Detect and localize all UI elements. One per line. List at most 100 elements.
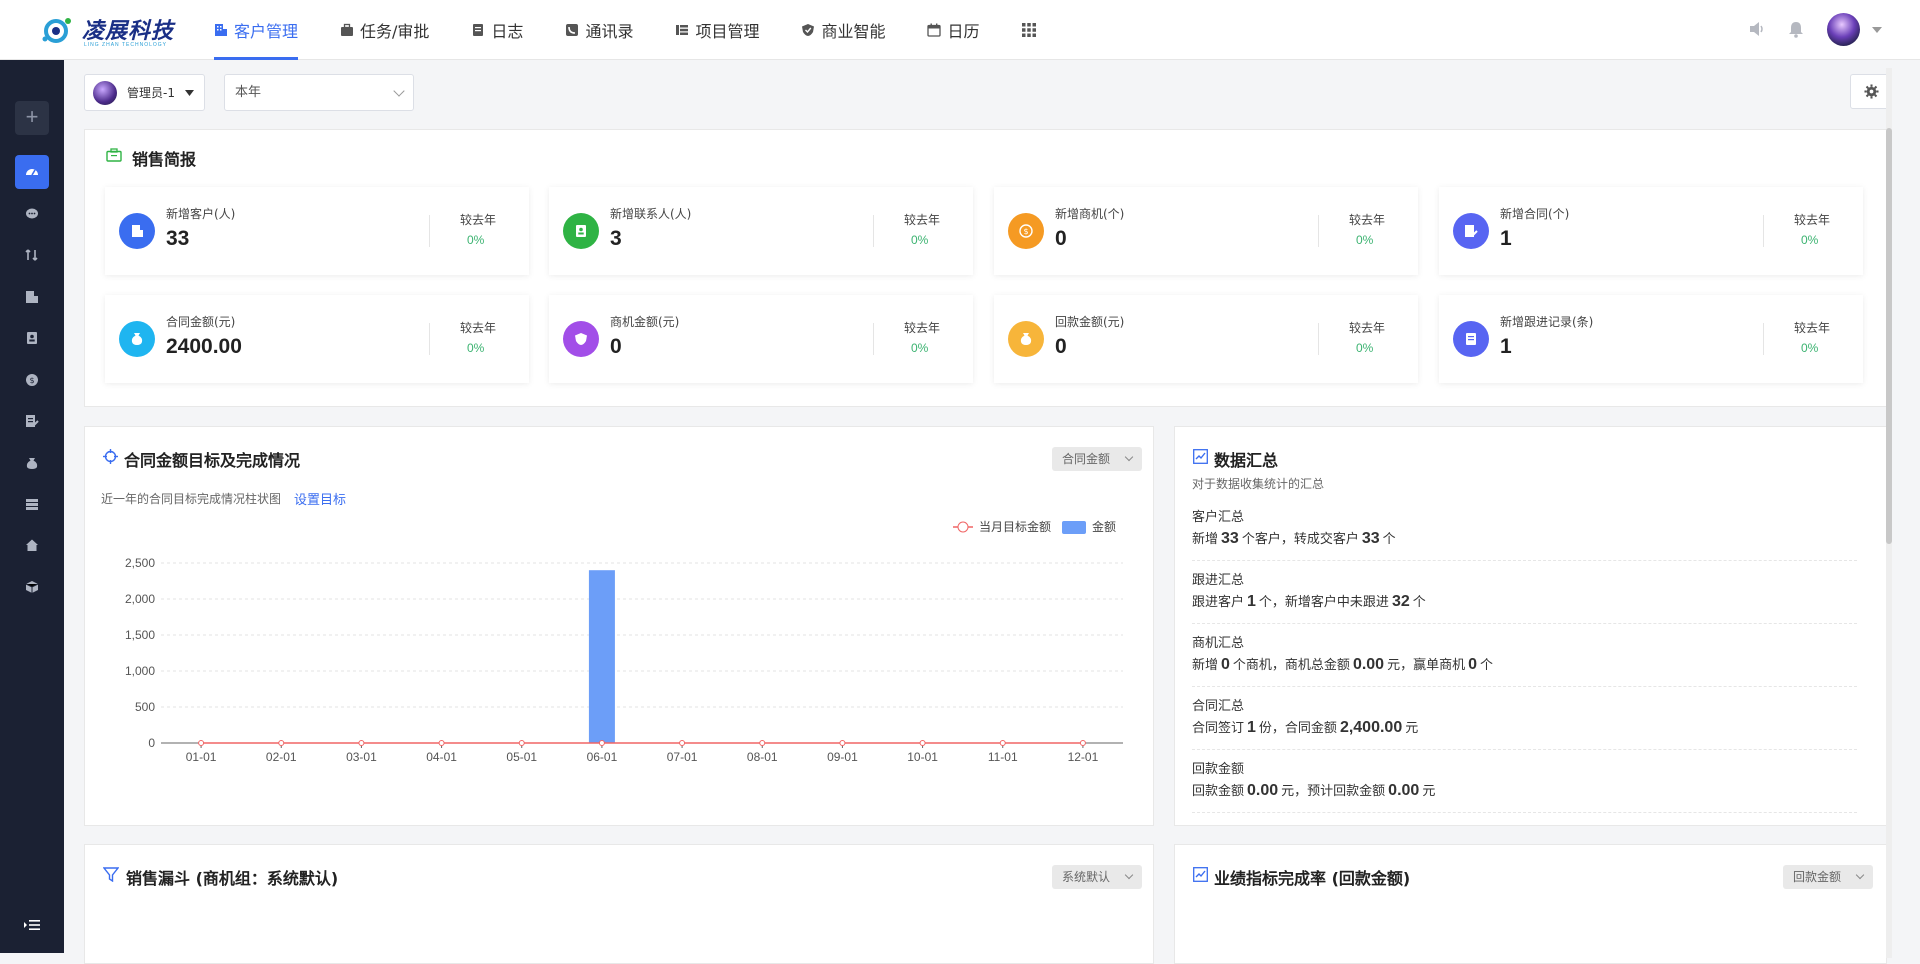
kpi-card[interactable]: 合同金额(元) 2400.00 较去年 0% bbox=[105, 295, 529, 383]
kpi-compare-label: 较去年 bbox=[1794, 321, 1831, 335]
dollar-coin-icon: $ bbox=[26, 374, 38, 386]
quick-create-button[interactable]: + bbox=[15, 101, 49, 135]
kpi-card[interactable]: 新增联系人(人) 3 较去年 0% bbox=[549, 187, 973, 275]
x-tick-label: 01-01 bbox=[186, 750, 217, 764]
kpi-icon-circle bbox=[1453, 213, 1489, 249]
building-icon bbox=[132, 225, 143, 237]
nav-customer-management[interactable]: 客户管理 bbox=[214, 0, 299, 60]
summary-number: 33 bbox=[1361, 530, 1380, 547]
kpi-card[interactable]: 新增客户(人) 33 较去年 0% bbox=[105, 187, 529, 275]
funnel-group-select[interactable]: 系统默认 bbox=[1052, 865, 1142, 889]
kpi-divider bbox=[429, 215, 430, 247]
performance-metric-select[interactable]: 回款金额 bbox=[1783, 865, 1873, 889]
summary-number: 0 bbox=[1221, 656, 1230, 673]
svg-text:$: $ bbox=[29, 376, 34, 385]
contract-metric-label: 合同金额 bbox=[1062, 452, 1111, 466]
bell-icon[interactable] bbox=[1787, 20, 1805, 38]
summary-item: 回款金额 回款金额 0.00 元，预计回款金额 0.00 元 bbox=[1192, 750, 1857, 813]
data-summary-subtitle: 对于数据收集统计的汇总 bbox=[1192, 477, 1325, 491]
x-tick-label: 05-01 bbox=[506, 750, 537, 764]
kpi-compare-label: 较去年 bbox=[1349, 213, 1386, 227]
y-tick-label: 2,500 bbox=[125, 556, 155, 570]
summary-text: 个客户，转成交客户 bbox=[1241, 532, 1359, 547]
target-point bbox=[999, 740, 1006, 746]
summary-item-detail: 新增 0 个商机，商机总金额 0.00 元，赢单商机 0 个 bbox=[1192, 654, 1493, 674]
contact-card-icon bbox=[576, 225, 586, 237]
target-point bbox=[518, 740, 525, 746]
x-tick-label: 07-01 bbox=[667, 750, 698, 764]
sidebar-item-customers[interactable] bbox=[15, 280, 49, 314]
kpi-card[interactable]: 商机金额(元) 0 较去年 0% bbox=[549, 295, 973, 383]
left-sidebar: + $ bbox=[0, 60, 64, 953]
sales-brief-title: 销售简报 bbox=[132, 150, 197, 169]
dashboard-gauge-icon bbox=[26, 169, 38, 176]
kpi-icon-circle bbox=[119, 213, 155, 249]
sidebar-item-leads[interactable] bbox=[15, 238, 49, 272]
sidebar-item-dashboard[interactable] bbox=[15, 155, 49, 189]
kpi-value: 0 bbox=[1055, 335, 1067, 358]
y-tick-label: 1,500 bbox=[125, 628, 155, 642]
sidebar-item-high-seas[interactable] bbox=[15, 528, 49, 562]
summary-text: 回款金额 bbox=[1192, 784, 1245, 799]
summary-item-detail: 合同签订 1 份，合同金额 2,400.00 元 bbox=[1192, 717, 1418, 737]
kpi-card[interactable]: $ 新增商机(个) 0 较去年 0% bbox=[994, 187, 1418, 275]
nav-calendar[interactable]: 日历 bbox=[927, 0, 980, 60]
kpi-label: 新增客户(人) bbox=[166, 207, 236, 221]
company-logo[interactable]: 凌展科技 LING ZHAN TECHNOLOGY bbox=[36, 10, 181, 50]
contract-bar-chart: 2,500 2,000 1,500 1,000 500 0 01-01 02-01 03-01 0… bbox=[125, 519, 1123, 764]
target-point bbox=[358, 740, 365, 746]
target-point bbox=[919, 740, 926, 746]
speaker-icon[interactable] bbox=[1748, 20, 1766, 38]
summary-text: 元，预计回款金额 bbox=[1281, 784, 1386, 799]
kpi-divider bbox=[873, 323, 874, 355]
sidebar-collapse-button[interactable] bbox=[15, 908, 49, 942]
kpi-value: 1 bbox=[1500, 335, 1512, 358]
sidebar-item-opportunities[interactable]: $ bbox=[15, 363, 49, 397]
sidebar-item-payments[interactable] bbox=[15, 446, 49, 480]
building-icon bbox=[215, 24, 227, 36]
summary-text: 元 bbox=[1422, 784, 1436, 799]
nav-project-management[interactable]: 项目管理 bbox=[675, 0, 759, 60]
kpi-icon-circle bbox=[119, 321, 155, 357]
kpi-icon-circle bbox=[1453, 321, 1489, 357]
nav-label: 通讯录 bbox=[585, 22, 634, 41]
target-point bbox=[438, 740, 445, 746]
caret-down-icon[interactable] bbox=[1872, 26, 1882, 34]
kpi-divider bbox=[873, 215, 874, 247]
summary-text: 个商机，商机总金额 bbox=[1232, 658, 1350, 673]
page-scrollbar[interactable] bbox=[1886, 68, 1892, 958]
nav-contacts[interactable]: 通讯录 bbox=[565, 0, 633, 60]
kpi-card[interactable]: 新增跟进记录(条) 1 较去年 0% bbox=[1439, 295, 1863, 383]
contract-icon bbox=[1465, 225, 1478, 237]
sidebar-item-contracts[interactable] bbox=[15, 404, 49, 438]
kpi-card[interactable]: 新增合同(个) 1 较去年 0% bbox=[1439, 187, 1863, 275]
sidebar-item-contacts[interactable] bbox=[15, 321, 49, 355]
sidebar-item-products[interactable] bbox=[15, 487, 49, 521]
scrollbar-thumb[interactable] bbox=[1886, 128, 1892, 544]
set-target-link[interactable]: 设置目标 bbox=[294, 489, 346, 508]
apps-grid-button[interactable] bbox=[1021, 0, 1036, 60]
kpi-divider bbox=[1763, 323, 1764, 355]
user-avatar[interactable] bbox=[1827, 13, 1860, 46]
kpi-compare-percent: 0% bbox=[911, 341, 929, 355]
x-tick-label: 11-01 bbox=[988, 750, 1018, 764]
x-tick-label: 02-01 bbox=[266, 750, 297, 764]
money-bag-icon bbox=[26, 458, 38, 469]
x-tick-label: 09-01 bbox=[827, 750, 858, 764]
sidebar-item-chat[interactable] bbox=[15, 197, 49, 231]
sidebar-item-invoices[interactable] bbox=[15, 570, 49, 604]
calendar-icon bbox=[927, 23, 942, 37]
bar bbox=[588, 570, 615, 743]
nav-tasks-approval[interactable]: 任务/审批 bbox=[340, 0, 429, 60]
kpi-card[interactable]: 回款金额(元) 0 较去年 0% bbox=[994, 295, 1418, 383]
performance-metric-label: 回款金额 bbox=[1793, 870, 1842, 884]
user-filter-select[interactable]: 管理员-1 bbox=[84, 74, 205, 111]
nav-logs[interactable]: 日志 bbox=[471, 0, 523, 60]
main-nav: 客户管理 任务/审批 日志 通讯录 项目管理 商业智能 日历 bbox=[214, 0, 1078, 60]
kpi-compare-percent: 0% bbox=[911, 233, 929, 247]
contract-metric-select[interactable]: 合同金额 bbox=[1052, 447, 1142, 471]
period-filter-select[interactable]: 本年 bbox=[224, 74, 414, 111]
nav-business-intelligence[interactable]: 商业智能 bbox=[801, 0, 885, 60]
summary-item-title: 跟进汇总 bbox=[1192, 573, 1245, 588]
y-tick-label: 2,000 bbox=[125, 592, 155, 606]
